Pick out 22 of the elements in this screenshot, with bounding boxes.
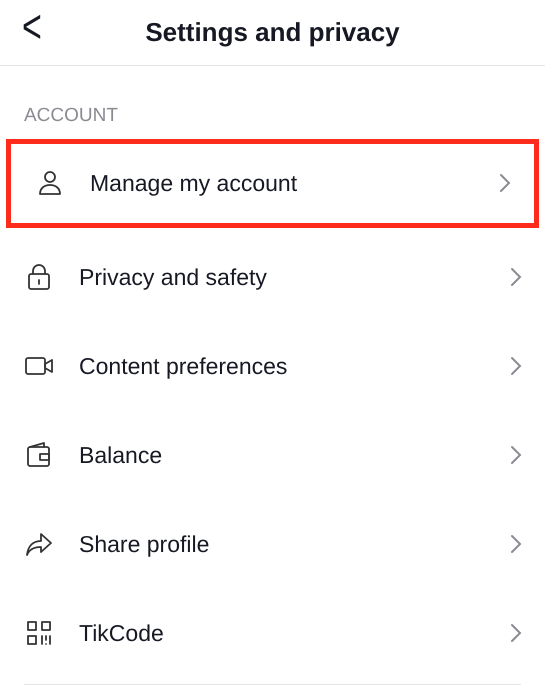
chevron-icon <box>509 533 523 555</box>
chevron-icon <box>498 172 512 194</box>
back-button[interactable]: < <box>22 3 42 51</box>
item-label: Balance <box>79 440 164 470</box>
settings-item[interactable]: TikCode <box>0 588 545 678</box>
settings-item[interactable]: Share profile <box>0 500 545 588</box>
qr-code-icon <box>24 618 54 648</box>
chevron-icon <box>509 444 523 466</box>
settings-item[interactable]: Privacy and safety <box>0 232 545 322</box>
item-label: Share profile <box>79 530 210 559</box>
section-heading: ACCOUNT <box>24 105 118 126</box>
item-label: TikCode <box>79 618 165 648</box>
chevron-icon <box>509 266 523 288</box>
chevron-icon <box>509 355 523 377</box>
item-label: Content preferences <box>79 352 288 381</box>
page-title: Settings and privacy <box>145 16 400 49</box>
chevron-icon <box>509 622 523 644</box>
item-label: Manage my account <box>90 168 298 198</box>
item-label: Privacy and safety <box>79 262 268 292</box>
settings-item[interactable]: Balance <box>0 410 545 500</box>
settings-item[interactable]: Manage my account <box>6 138 539 228</box>
settings-item[interactable]: Content preferences <box>0 322 545 410</box>
